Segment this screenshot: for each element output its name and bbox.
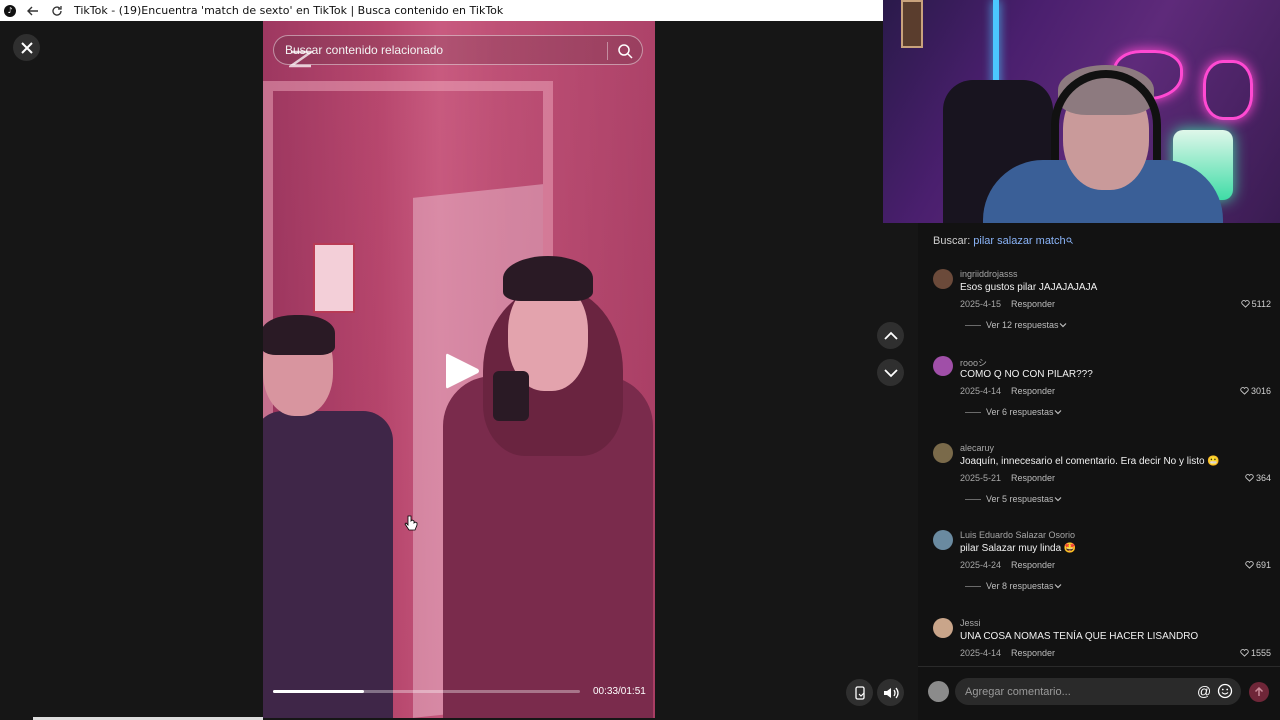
like-button[interactable]: 364: [1245, 473, 1271, 483]
chevron-down-icon: [1054, 497, 1061, 502]
capcut-logo-icon: [289, 50, 313, 68]
comment-date: 2025-4-24: [960, 560, 1002, 570]
view-replies-button[interactable]: Ver 12 respuestas: [965, 320, 1067, 330]
comment-date: 2025-4-14: [960, 386, 1002, 396]
search-icon[interactable]: [617, 43, 633, 59]
view-replies-label: Ver 6 respuestas: [986, 407, 1054, 417]
view-replies-label: Ver 8 respuestas: [986, 581, 1054, 591]
reply-button[interactable]: Responder: [1011, 560, 1055, 570]
comment-username[interactable]: alecaruy: [960, 443, 994, 453]
comment-text: pilar Salazar muy linda 🤩: [960, 543, 1077, 554]
reply-button[interactable]: Responder: [1011, 299, 1055, 309]
chevron-down-icon: [1059, 323, 1066, 328]
avatar[interactable]: [933, 618, 953, 638]
next-video-button[interactable]: [877, 359, 904, 386]
back-arrow-icon[interactable]: [26, 4, 40, 18]
comments-panel: Buscar: pilar salazar match ingriiddrojas…: [918, 223, 1280, 720]
comment-date: 2025-5-21: [960, 473, 1002, 483]
related-search-bar[interactable]: Buscar contenido relacionado: [273, 35, 643, 65]
like-count: 3016: [1250, 386, 1271, 396]
comment-username[interactable]: ingriiddrojasss: [960, 269, 1018, 279]
avatar[interactable]: [933, 443, 953, 463]
reload-icon[interactable]: [50, 4, 64, 18]
view-replies-button[interactable]: Ver 8 respuestas: [965, 581, 1062, 591]
search-prefix: Buscar:: [933, 235, 971, 247]
comment-username[interactable]: Luis Eduardo Salazar Osorio: [960, 530, 1075, 540]
search-icon: [1066, 237, 1073, 244]
avatar[interactable]: [933, 269, 953, 289]
search-suggestion[interactable]: Buscar: pilar salazar match: [933, 235, 1073, 247]
heart-icon: [1245, 561, 1254, 569]
video-progress-fill: [273, 690, 365, 693]
avatar[interactable]: [933, 356, 953, 376]
close-icon: [20, 41, 33, 54]
like-button[interactable]: 3016: [1240, 386, 1271, 396]
heart-icon: [1245, 474, 1254, 482]
heart-icon: [1240, 387, 1249, 395]
like-count: 691: [1255, 560, 1271, 570]
comment-username[interactable]: roooシ: [960, 356, 987, 369]
previous-video-button[interactable]: [877, 322, 904, 349]
view-replies-label: Ver 5 respuestas: [986, 494, 1054, 504]
window-title: TikTok - (19)Encuentra 'match de sexto' …: [74, 4, 504, 17]
reply-button[interactable]: Responder: [1011, 473, 1055, 483]
chevron-up-icon: [883, 331, 898, 340]
mobile-icon: [854, 685, 865, 700]
view-replies-button[interactable]: Ver 6 respuestas: [965, 407, 1062, 417]
avatar[interactable]: [928, 681, 949, 702]
comment-text: COMO Q NO CON PILAR???: [960, 369, 1093, 380]
comment-username[interactable]: Jessi: [960, 618, 981, 628]
streamer-webcam: [883, 0, 1280, 223]
comment-date: 2025-4-15: [960, 299, 1002, 309]
like-button[interactable]: 5112: [1240, 299, 1271, 309]
volume-icon: [883, 687, 899, 698]
wall-sign: [313, 243, 355, 313]
heart-icon: [1240, 300, 1250, 308]
heart-icon: [1240, 649, 1249, 657]
mobile-view-button[interactable]: [846, 679, 873, 706]
comment-date: 2025-4-14: [960, 648, 1002, 658]
chevron-down-icon: [1054, 410, 1061, 415]
comment-composer: @: [918, 666, 1280, 720]
avatar[interactable]: [933, 530, 953, 550]
video-person-left: [263, 315, 393, 718]
view-replies-button[interactable]: Ver 5 respuestas: [965, 494, 1062, 504]
comment-text: Joaquín, innecesario el comentario. Era …: [960, 456, 1220, 467]
send-arrow-icon: [1254, 687, 1264, 696]
like-count: 5112: [1251, 299, 1271, 309]
close-button[interactable]: [13, 34, 40, 61]
like-count: 1555: [1250, 648, 1271, 658]
comment-text: Esos gustos pilar JAJAJAJAJA: [960, 282, 1098, 293]
video-progress-bar[interactable]: [273, 690, 580, 693]
video-time: 00:33/01:51: [593, 686, 646, 697]
chevron-down-icon: [1054, 584, 1061, 589]
chevron-down-icon: [883, 368, 898, 377]
view-replies-label: Ver 12 respuestas: [986, 320, 1059, 330]
reply-button[interactable]: Responder: [1011, 386, 1055, 396]
reply-button[interactable]: Responder: [1011, 648, 1055, 658]
like-button[interactable]: 1555: [1240, 648, 1271, 658]
like-button[interactable]: 691: [1245, 560, 1271, 570]
search-query-link[interactable]: pilar salazar match: [973, 235, 1065, 247]
hand-cursor-icon: [404, 515, 418, 531]
emoji-icon[interactable]: [1217, 683, 1233, 699]
at-icon[interactable]: @: [1197, 683, 1211, 699]
volume-button[interactable]: [877, 679, 904, 706]
like-count: 364: [1255, 473, 1271, 483]
play-icon[interactable]: [442, 350, 482, 392]
browser-title-bar: ♪ TikTok - (19)Encuentra 'match de sexto…: [0, 0, 883, 21]
comment-text: UNA COSA NOMAS TENÍA QUE HACER LISANDRO: [960, 631, 1199, 642]
video-person-right: [443, 256, 653, 718]
tiktok-logo-icon: ♪: [4, 4, 16, 17]
send-button[interactable]: [1249, 682, 1269, 702]
